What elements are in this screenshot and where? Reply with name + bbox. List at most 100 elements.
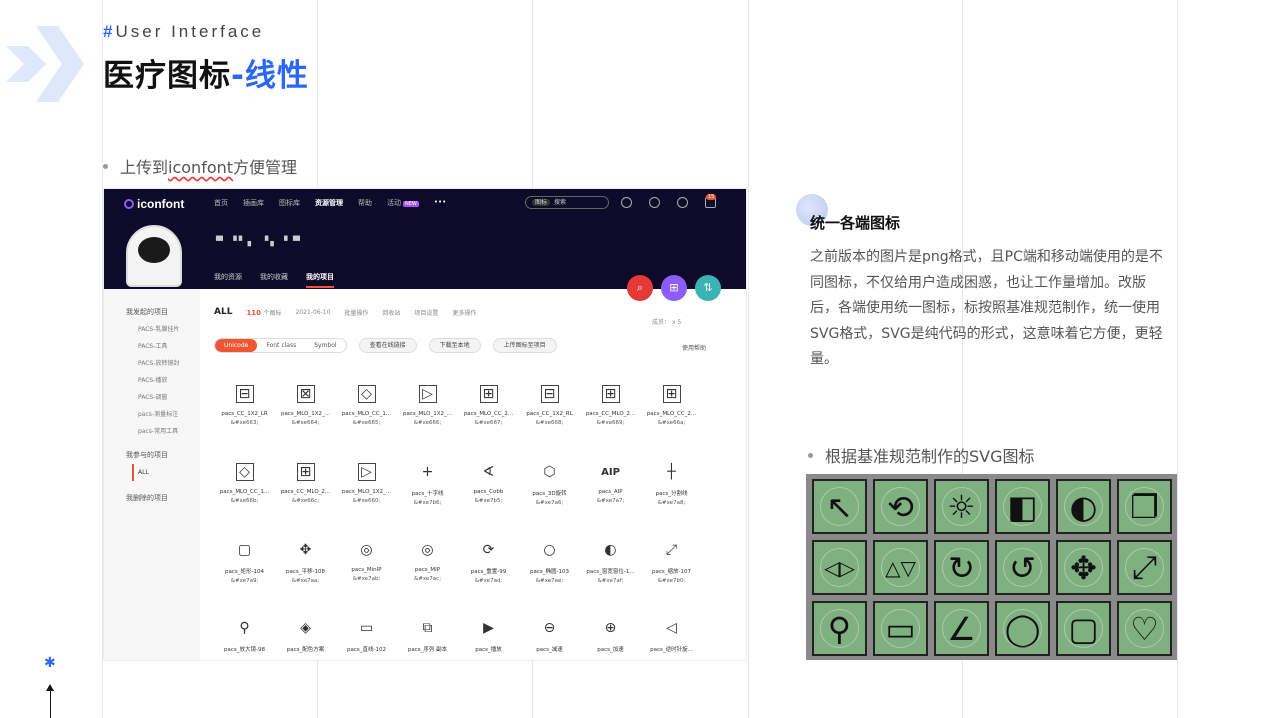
icon-card[interactable]: ◁ pacs_逆时针旋... <box>641 619 702 660</box>
search-fab-button[interactable]: ⌕ <box>627 275 653 301</box>
icon-card[interactable]: AIP pacs_AIP &#xe7a7; <box>580 463 641 515</box>
rectangle-icon: ▢ <box>1056 601 1111 656</box>
sidebar-item[interactable]: PACS-调窗 <box>104 389 200 406</box>
iconfont-link: iconfont <box>168 158 234 177</box>
icon-card[interactable]: ⚲ pacs_放大镜-98 <box>214 619 275 660</box>
icon-name: pacs_序列 副本 <box>407 647 448 653</box>
icon-card[interactable]: ⊠ pacs_MLO_1X2_... &#xe664; <box>275 385 336 437</box>
icon-name: pacs_逆时针旋... <box>650 647 693 653</box>
icon-code: &#xe666; <box>413 420 442 426</box>
icon-name: pacs_CC_1X2_RL <box>526 411 573 417</box>
icon-card[interactable]: ⊕ pacs_加速 <box>580 619 641 660</box>
nav-resource-management[interactable]: 资源管理 <box>315 198 343 208</box>
nav-home[interactable]: 首页 <box>214 198 228 208</box>
icon-name: pacs_3D旋转 <box>532 491 567 497</box>
icon-card[interactable]: ⊞ pacs_MLO_CC_2... &#xe66a; <box>641 385 702 437</box>
sort-fab-button[interactable]: ⇅ <box>695 275 721 301</box>
cloud-upload-icon[interactable] <box>649 197 660 208</box>
icon-card[interactable]: ⊟ pacs_CC_1X2_RL &#xe668; <box>519 385 580 437</box>
project-settings-button[interactable]: 项目设置 <box>414 308 438 317</box>
icon-code: &#xe7ac; <box>413 576 442 582</box>
help-link[interactable]: 使用帮助 <box>682 343 706 352</box>
view-online-link-button[interactable]: 查看在线链接 <box>358 338 417 353</box>
icon-card[interactable]: ◈ pacs_配色方案 <box>275 619 336 660</box>
tab-unicode[interactable]: Unicode <box>215 339 258 352</box>
icon-card[interactable]: ⊖ pacs_减速 <box>519 619 580 660</box>
icon-card[interactable]: ⟳ pacs_重置-99 &#xe7ad; <box>458 541 519 593</box>
icon-card[interactable]: ⊞ pacs_MLO_CC_2... &#xe667; <box>458 385 519 437</box>
icon-card[interactable]: ⊞ pacs_CC_MLO_2... &#xe66c; <box>275 463 336 515</box>
icon-code: &#xe66a; <box>657 420 686 426</box>
tab-my-resources[interactable]: 我的资源 <box>214 272 242 288</box>
icon-card[interactable]: ▷ pacs_MLO_1X2_... &#xe666; <box>397 385 458 437</box>
batch-action-button[interactable]: 批量操作 <box>344 308 368 317</box>
icon-card[interactable]: ⊞ pacs_CC_MLO_2... &#xe669; <box>580 385 641 437</box>
sidebar-item[interactable]: PACS-工具 <box>104 338 200 355</box>
nav-icon-library[interactable]: 图标库 <box>279 198 300 208</box>
cart-badge: 15 <box>706 194 717 200</box>
icon-code: &#xe7a7; <box>596 498 625 504</box>
recycle-bin-button[interactable]: 回收站 <box>382 308 400 317</box>
icon-card[interactable]: ⧉ pacs_序列 副本 <box>397 619 458 660</box>
tab-symbol[interactable]: Symbol <box>305 339 345 352</box>
angle-icon: ∠ <box>934 601 989 656</box>
icon-card[interactable]: ✥ pacs_平移-108 &#xe7aa; <box>275 541 336 593</box>
icon-card[interactable]: ◇ pacs_MLO_CC_1... &#xe66b; <box>214 463 275 515</box>
github-icon[interactable] <box>621 197 632 208</box>
icon-card[interactable]: ⬡ pacs_3D旋转 &#xe7a6; <box>519 463 580 515</box>
nav-illustrations[interactable]: 插画库 <box>243 198 264 208</box>
icon-name: pacs_减速 <box>536 647 563 653</box>
icon-card[interactable]: ┼ pacs_分割线 &#xe7a8; <box>641 463 702 515</box>
pacs-icon: ⤢ <box>665 542 678 558</box>
icon-name: pacs_配色方案 <box>286 647 325 653</box>
icon-name: pacs_分割线 <box>655 491 688 497</box>
icon-card[interactable]: ○ pacs_椭圆-103 &#xe7ae; <box>519 541 580 593</box>
pacs-icon: ⊞ <box>601 385 620 403</box>
icon-card[interactable]: ◎ pacs_MIP &#xe7ac; <box>397 541 458 593</box>
contrast-sun-icon: ☼ <box>934 479 989 534</box>
icon-card[interactable]: ⊟ pacs_CC_1X2_LR &#xe663; <box>214 385 275 437</box>
language-icon[interactable] <box>677 197 688 208</box>
icon-code: &#xe663; <box>230 420 259 426</box>
iconfont-screenshot: iconfont 首页 插画库 图标库 资源管理 帮助 活动 NEW ••• 图标… <box>103 188 747 661</box>
move-icon: ✥ <box>1056 540 1111 595</box>
download-button[interactable]: 下载至本地 <box>428 338 481 353</box>
icon-name: pacs_MLO_CC_1... <box>219 489 270 495</box>
icon-card[interactable]: ∢ pacs_Cobb &#xe7b5; <box>458 463 519 515</box>
members-info[interactable]: 成员： x 5 <box>652 317 681 326</box>
icon-code: &#xe7a6; <box>535 500 564 506</box>
icon-card[interactable]: ▶ pacs_播放 <box>458 619 519 660</box>
tab-font-class[interactable]: Font class <box>257 339 305 352</box>
add-fab-button[interactable]: ⊞ <box>661 275 687 301</box>
sidebar-item[interactable]: PACS-放转镜封 <box>104 355 200 372</box>
icon-name: pacs_矩形-104 <box>225 569 264 575</box>
tab-my-favorites[interactable]: 我的收藏 <box>260 272 288 288</box>
nav-activity[interactable]: 活动 NEW <box>387 198 419 208</box>
icon-name: pacs_十字线 <box>411 491 444 497</box>
sidebar-item[interactable]: pacs-常用工具 <box>104 423 200 440</box>
search-input[interactable]: 图标 搜索 <box>525 196 609 209</box>
more-actions-button[interactable]: 更多操作 <box>452 308 476 317</box>
icon-card[interactable]: ⤢ pacs_缩放-107 &#xe7b0; <box>641 541 702 593</box>
sidebar-deleted-title[interactable]: 我删除的项目 <box>104 493 200 503</box>
upload-icons-button[interactable]: 上传图标至项目 <box>492 338 557 353</box>
pacs-icon: ◈ <box>300 620 311 636</box>
icon-card[interactable]: ◐ pacs_窗宽窗位-1... &#xe7af; <box>580 541 641 593</box>
icon-name: pacs_MinIP <box>351 567 382 573</box>
icon-card[interactable]: ▷ pacs_MLO_1X2_... &#xe660; <box>336 463 397 515</box>
sidebar-item[interactable]: pacs-测量标注 <box>104 406 200 423</box>
nav-help[interactable]: 帮助 <box>358 198 372 208</box>
icon-card[interactable]: + pacs_十字线 &#xe7b6; <box>397 463 458 515</box>
icon-name: pacs_CC_MLO_2... <box>280 489 331 495</box>
tab-my-projects[interactable]: 我的项目 <box>306 272 334 288</box>
icon-card[interactable]: ▭ pacs_直线-102 <box>336 619 397 660</box>
icon-code: &#xe66b; <box>230 498 259 504</box>
sidebar-item-all[interactable]: ALL <box>132 464 200 481</box>
sidebar-item[interactable]: PACS-播放 <box>104 372 200 389</box>
icon-card[interactable]: ◇ pacs_MLO_CC_1... &#xe665; <box>336 385 397 437</box>
nav-more[interactable]: ••• <box>434 198 446 208</box>
icon-card[interactable]: ◎ pacs_MinIP &#xe7ab; <box>336 541 397 593</box>
iconfont-logo[interactable]: iconfont <box>124 197 184 211</box>
sidebar-item[interactable]: PACS-乳腺挂片 <box>104 321 200 338</box>
icon-card[interactable]: ▢ pacs_矩形-104 &#xe7a9; <box>214 541 275 593</box>
